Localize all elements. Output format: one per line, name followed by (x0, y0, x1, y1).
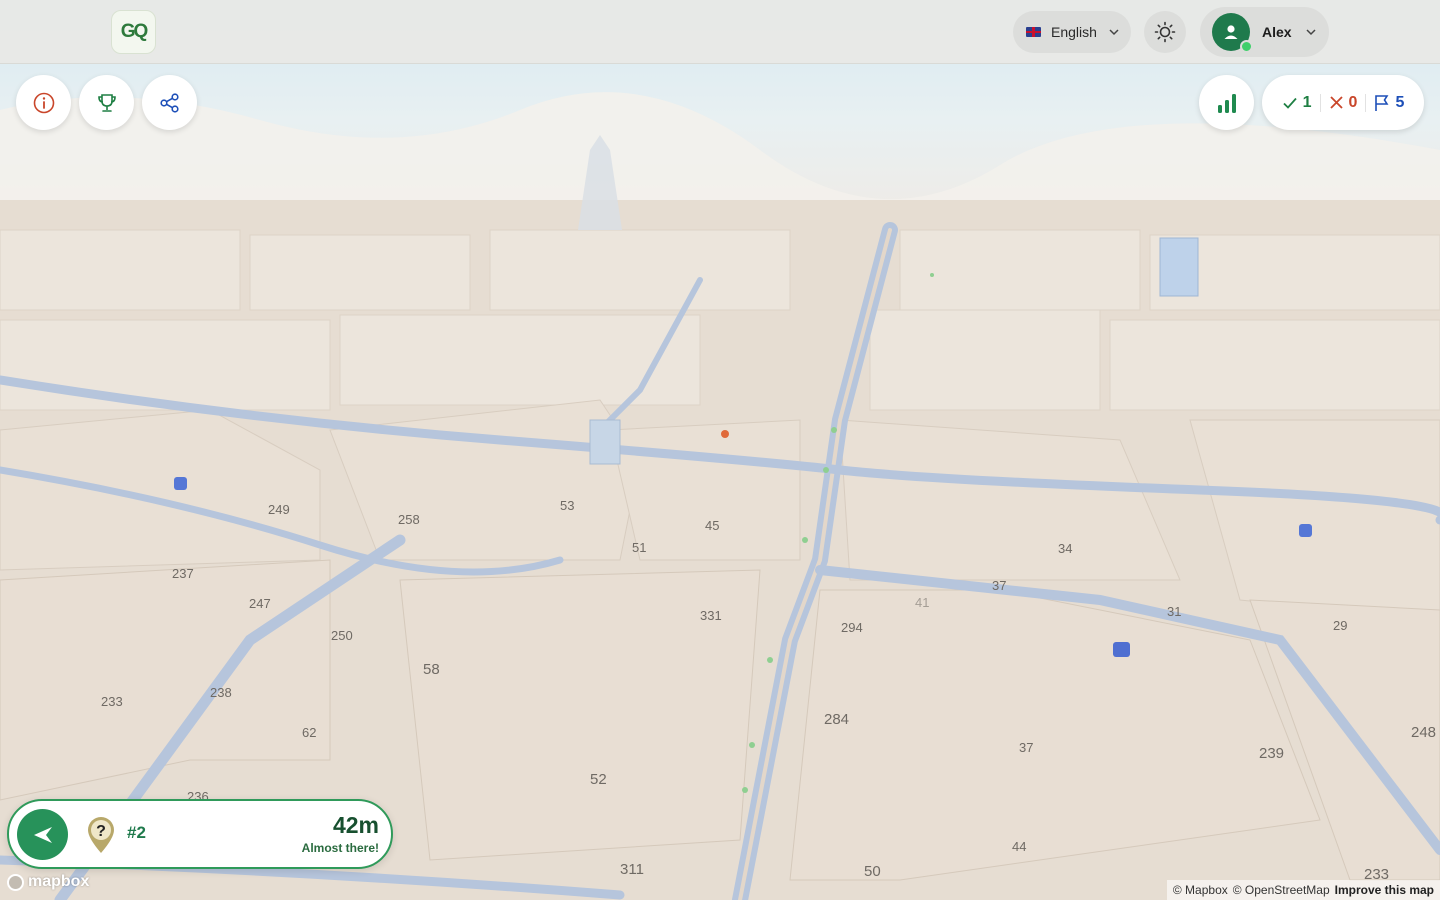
map-street-number: 37 (1019, 740, 1033, 755)
map-street-number: 58 (423, 661, 440, 678)
map-street-number: 29 (1333, 618, 1347, 633)
navigate-button[interactable] (17, 809, 68, 860)
user-name: Alex (1262, 24, 1292, 40)
map-street-number: 284 (824, 711, 849, 728)
map-street-number: 53 (560, 498, 574, 513)
close-icon (1329, 96, 1343, 109)
map-street-number: 248 (1411, 724, 1436, 741)
map-street-number: 31 (1167, 604, 1181, 619)
flag-count: 5 (1374, 94, 1404, 112)
flag-icon (1375, 94, 1389, 111)
question-pin-icon: ? (88, 817, 114, 853)
user-icon (1224, 25, 1238, 39)
map-street-number: 44 (1012, 839, 1026, 854)
correct-value: 1 (1302, 93, 1312, 111)
info-button[interactable] (16, 75, 71, 130)
map-street-number: 249 (268, 502, 290, 517)
user-menu[interactable]: Alex (1200, 7, 1329, 57)
share-button[interactable] (142, 75, 197, 130)
app-logo[interactable]: GQ (111, 10, 156, 54)
trophy-icon (97, 93, 116, 112)
chevron-down-icon (1109, 29, 1119, 36)
distance-hint: Almost there! (301, 841, 379, 855)
stats-button[interactable] (1199, 75, 1254, 130)
wrong-count: 0 (1329, 93, 1358, 112)
language-selector[interactable]: English (1013, 11, 1131, 53)
map-street-number: 51 (632, 540, 646, 555)
map-street-number: 331 (700, 608, 722, 623)
sun-icon (1154, 21, 1176, 43)
bar-chart-icon (1217, 93, 1236, 113)
mapbox-wordmark: mapbox (28, 873, 90, 890)
map-street-number: 247 (249, 596, 271, 611)
uk-flag-icon (1026, 27, 1041, 37)
distance-value: 42m (332, 812, 379, 838)
map-street-number: 52 (590, 771, 607, 788)
avatar (1212, 13, 1253, 53)
attribution-mapbox-link[interactable]: © Mapbox (1173, 883, 1228, 897)
map-street-number: 238 (210, 685, 232, 700)
wrong-value: 0 (1348, 93, 1358, 111)
language-label: English (1051, 24, 1097, 40)
map-attribution: © Mapbox © OpenStreetMap Improve this ma… (1166, 880, 1440, 900)
theme-toggle-button[interactable] (1144, 11, 1186, 53)
flag-value: 5 (1395, 93, 1405, 111)
mapbox-logo[interactable]: mapbox (7, 873, 89, 891)
svg-text:?: ? (96, 823, 106, 840)
map-street-number: 45 (705, 518, 719, 533)
round-number: #2 (127, 823, 146, 842)
navigation-arrow-icon (33, 826, 52, 843)
check-icon (1283, 97, 1297, 109)
map-street-number: 311 (620, 861, 644, 878)
map-street-number: 258 (398, 512, 420, 527)
top-bar: GQ English Alex (0, 0, 1440, 64)
map-street-number: 294 (841, 620, 863, 635)
map-street-number: 239 (1259, 745, 1284, 762)
mapbox-icon (7, 873, 24, 891)
map-street-number: 37 (992, 578, 1006, 593)
chevron-down-icon (1306, 29, 1316, 36)
info-icon (33, 92, 54, 113)
score-panel: 1 0 5 (1262, 75, 1424, 130)
navigation-card[interactable]: ? #2 42m Almost there! (7, 799, 393, 869)
online-status-indicator (1240, 40, 1253, 53)
map-street-number: 41 (915, 595, 929, 610)
improve-map-link[interactable]: Improve this map (1335, 883, 1434, 897)
map-street-number: 250 (331, 628, 353, 643)
map-3d-view: 249258534551 3423724725058331373129294412… (0, 92, 1440, 900)
map-street-number: 62 (302, 725, 316, 740)
map-canvas[interactable]: 249 258 53 45 51 34 237 247 250 58 331 37 31 29 294 41 2… (0, 0, 1440, 900)
divider (1365, 93, 1367, 112)
share-icon (159, 92, 179, 113)
leaderboard-button[interactable] (79, 75, 134, 130)
logo-text: GQ (120, 21, 149, 42)
map-street-number: 34 (1058, 541, 1072, 556)
map-street-number: 233 (101, 694, 123, 709)
map-street-number: 237 (172, 566, 194, 581)
divider (1319, 93, 1321, 112)
map-street-number: 50 (864, 863, 881, 880)
attribution-osm-link[interactable]: © OpenStreetMap (1233, 883, 1330, 897)
correct-count: 1 (1282, 94, 1312, 112)
